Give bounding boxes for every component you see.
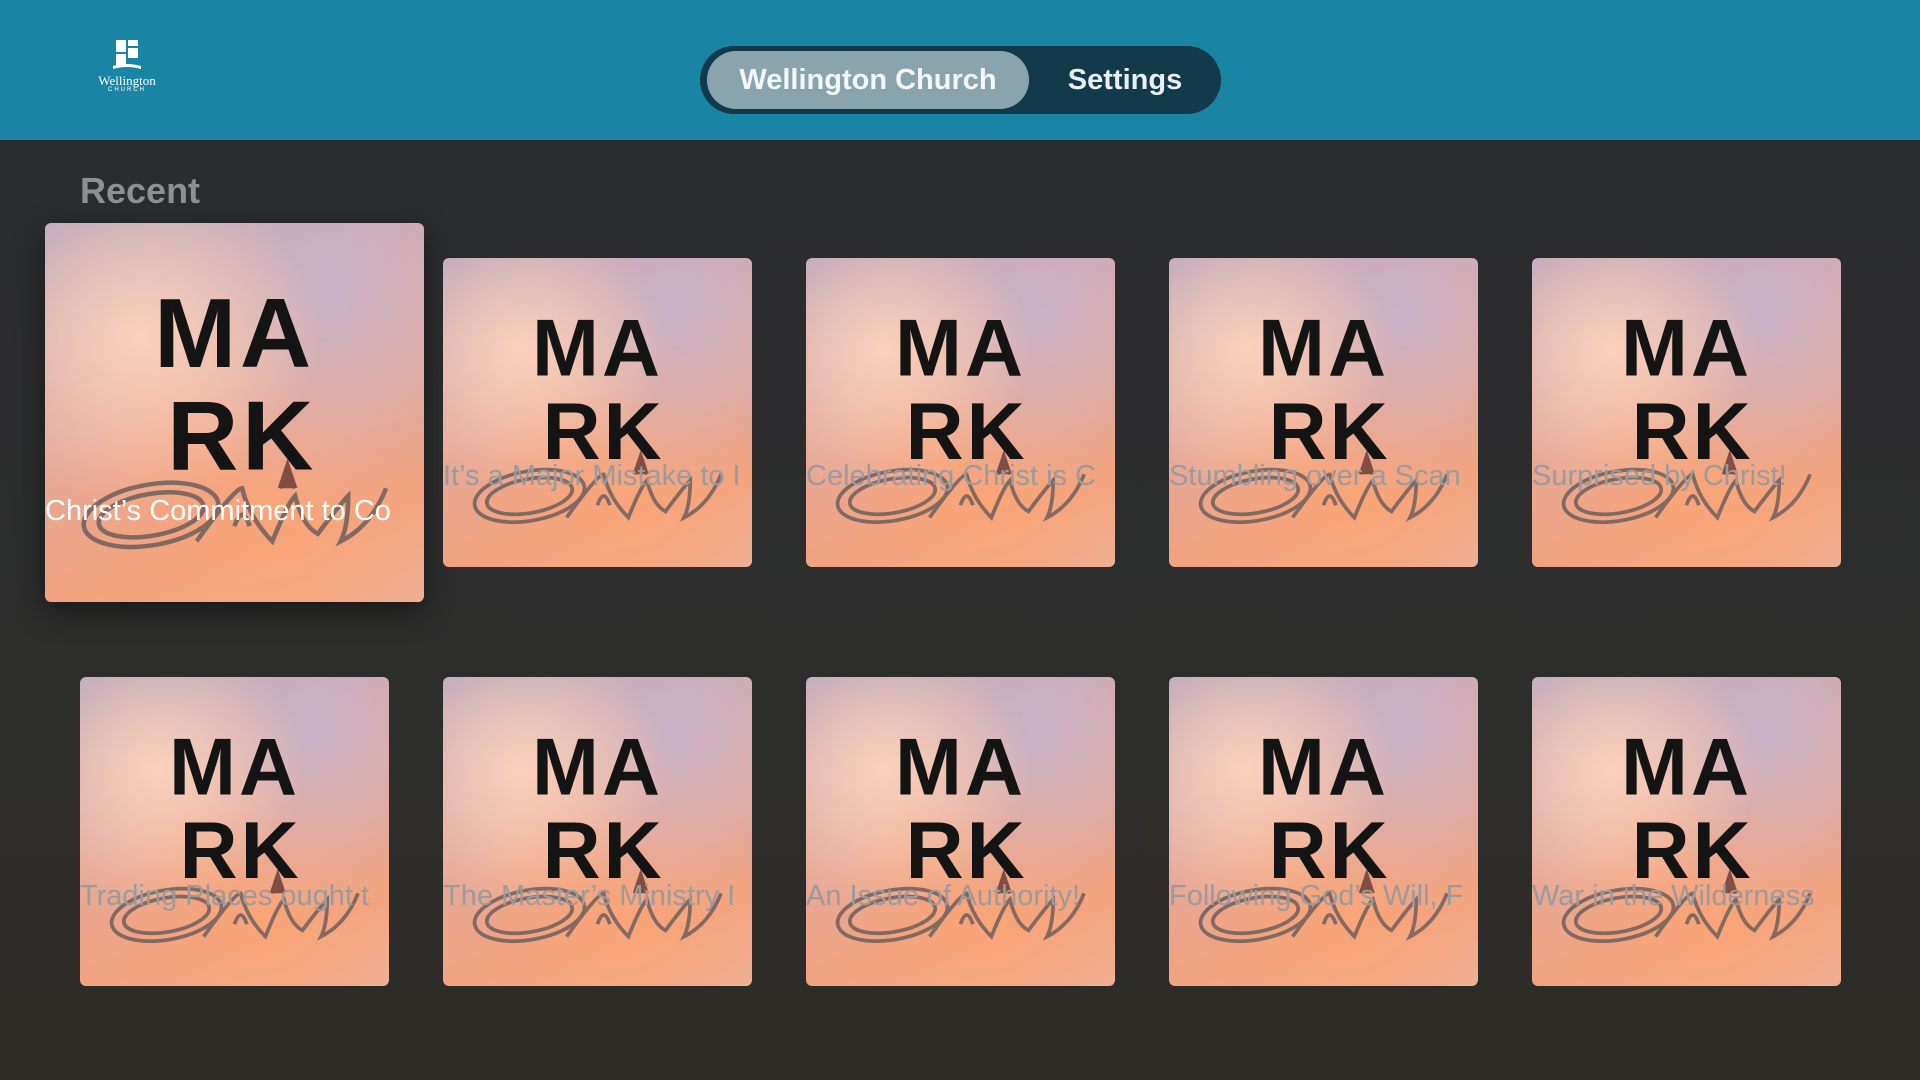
sermon-title: Christ’s Commitment to Co — [45, 495, 391, 527]
logo-name: Wellington — [98, 73, 156, 88]
artwork-text-line1: MA — [154, 278, 315, 388]
sermon-tile[interactable]: MA RK — [806, 677, 1115, 986]
tab-settings[interactable]: Settings — [1045, 51, 1205, 109]
sermon-tile[interactable]: MA RK — [443, 677, 752, 986]
sermon-title: Surprised by Christ! — [1532, 460, 1787, 492]
artwork-text-line1: MA — [1258, 722, 1389, 812]
tab-bar: Wellington Church Settings — [700, 46, 1221, 114]
sermon-title: Trading Places ought t — [80, 880, 370, 912]
sermon-title: Following God’s Will, F — [1169, 880, 1464, 912]
sermon-title: The Master’s Ministry I — [443, 880, 736, 912]
artwork-text-line1: MA — [895, 303, 1026, 393]
sermon-tile[interactable]: MA RK — [1169, 677, 1478, 986]
artwork-text-line1: MA — [1621, 722, 1752, 812]
church-logo-icon — [113, 40, 141, 69]
sermon-artwork: MA RK — [80, 677, 389, 986]
sermon-title: Celebrating Christ is C — [806, 460, 1097, 492]
artwork-text-line1: MA — [1621, 303, 1752, 393]
artwork-text-line1: MA — [532, 722, 663, 812]
sermon-title: It’s a Major Mistake to I — [443, 460, 741, 492]
tab-wellington-church[interactable]: Wellington Church — [707, 51, 1029, 109]
artwork-text-line1: MA — [169, 722, 300, 812]
church-logo: Wellington CHURCH — [92, 38, 162, 96]
sermon-tile[interactable]: MA RK — [443, 258, 752, 567]
sermon-tile[interactable]: MA RK — [1532, 677, 1841, 986]
artwork-text-line1: MA — [1258, 303, 1389, 393]
sermon-tile[interactable]: MA RK — [806, 258, 1115, 567]
logo-subtext: CHURCH — [108, 87, 146, 93]
artwork-text-line1: MA — [895, 722, 1026, 812]
section-title-recent: Recent — [80, 170, 201, 211]
sermon-artwork: MA RK — [1532, 258, 1841, 567]
sermon-artwork: MA RK — [443, 677, 752, 986]
artwork-text-line1: MA — [532, 303, 663, 393]
content-area: Recent MA RK Christ’s Commitment to Co MA RK… — [0, 140, 1920, 1080]
artwork-text-line2: RK — [167, 380, 317, 490]
sermon-artwork: MA RK — [45, 223, 424, 602]
sermon-tile[interactable]: MA RK — [1532, 258, 1841, 567]
sermon-artwork: MA RK — [1169, 677, 1478, 986]
sermon-title: An Issue of Authority! — [806, 880, 1081, 912]
sermon-title: War in the Wilderness — [1532, 880, 1815, 912]
sermon-artwork: MA RK — [806, 677, 1115, 986]
sermon-artwork: MA RK — [1169, 258, 1478, 567]
sermon-tile[interactable]: MA RK — [80, 677, 389, 986]
sermon-title: Stumbling over a Scan — [1169, 460, 1461, 492]
sermon-tile[interactable]: MA RK — [45, 223, 424, 602]
sermon-artwork: MA RK — [443, 258, 752, 567]
top-bar: Wellington CHURCH Wellington Church Sett… — [0, 0, 1920, 140]
sermon-artwork: MA RK — [1532, 677, 1841, 986]
sermon-tile[interactable]: MA RK — [1169, 258, 1478, 567]
sermon-artwork: MA RK — [806, 258, 1115, 567]
